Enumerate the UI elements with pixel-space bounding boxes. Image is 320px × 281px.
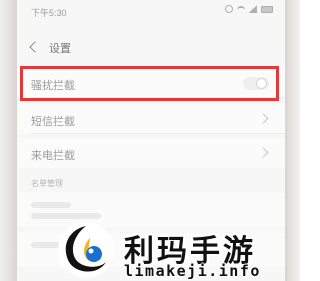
device-bezel-right: [285, 0, 300, 281]
wifi-icon: [237, 6, 245, 12]
page-title: 设置: [49, 43, 71, 55]
device-bezel-left: [0, 0, 17, 281]
setting-label: 短信拦截: [31, 116, 75, 128]
status-bar: 下午5:30: [17, 0, 285, 22]
divider: [31, 133, 285, 134]
obscured-text: [31, 202, 71, 208]
chevron-right-icon: [258, 147, 269, 158]
setting-row-call-block[interactable]: 来电拦截: [17, 138, 285, 168]
watermark-domain: limakeji.info: [124, 262, 261, 280]
back-chevron-icon[interactable]: [29, 41, 41, 53]
status-time: 下午5:30: [31, 8, 67, 18]
title-bar: 设置: [17, 36, 285, 62]
setting-row-sms-block[interactable]: 短信拦截: [17, 104, 285, 134]
section-header: 名单管理: [31, 179, 63, 188]
setting-label: 来电拦截: [31, 150, 75, 162]
highlight-box: [20, 66, 279, 101]
alarm-icon: [225, 5, 233, 13]
status-icons: [225, 5, 273, 13]
battery-icon: [261, 5, 273, 13]
chevron-right-icon: [258, 113, 269, 124]
brand-logo-icon: [58, 222, 114, 278]
signal-icon: [249, 5, 257, 13]
